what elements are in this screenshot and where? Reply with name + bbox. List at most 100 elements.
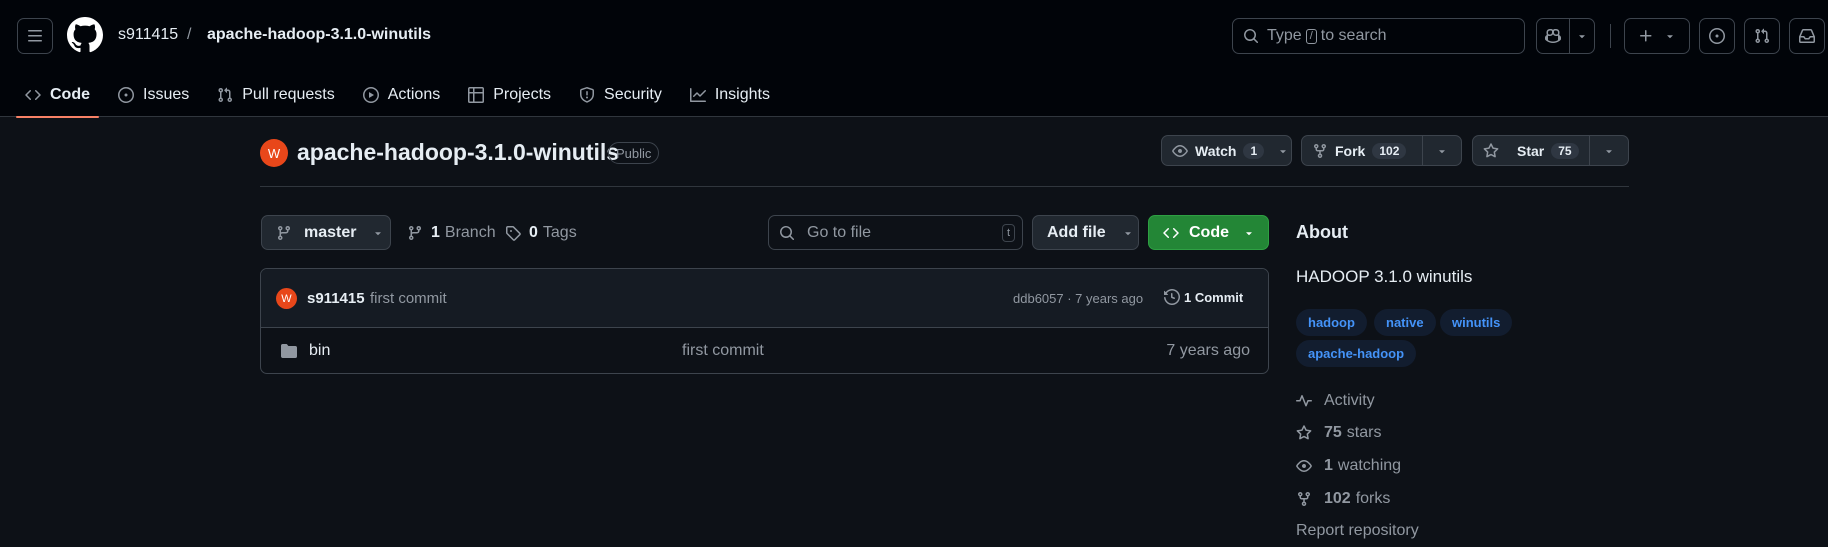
report-repository-link[interactable]: Report repository (1296, 522, 1419, 540)
file-name[interactable]: bin (309, 342, 330, 360)
file-age: 7 years ago (1166, 342, 1250, 359)
branches-label: Branch (444, 224, 496, 241)
code-icon (1163, 227, 1179, 238)
global-header: s911415 / apache-hadoop-3.1.0-winutils T… (0, 0, 1828, 118)
report-label: Report repository (1296, 522, 1419, 539)
watching-label: watching (1337, 457, 1402, 474)
copilot-button[interactable] (1536, 18, 1570, 54)
code-icon (25, 89, 41, 100)
star-label: Star (1517, 142, 1545, 159)
tab-security[interactable]: Security (570, 72, 671, 117)
breadcrumb-owner[interactable]: s911415 (118, 26, 178, 44)
branch-select-button[interactable]: master (261, 215, 391, 250)
commit-hash-age[interactable]: ddb6057 · 7 years ago (1013, 291, 1143, 306)
stars-label: stars (1346, 424, 1382, 441)
triangle-down-icon (1667, 35, 1673, 39)
git-branch-icon (277, 225, 290, 240)
issues-shortcut-button[interactable] (1699, 18, 1735, 54)
hamburger-icon (28, 30, 42, 42)
star-dropdown-button[interactable] (1588, 136, 1628, 165)
file-commit-message[interactable]: first commit (682, 342, 764, 360)
activity-label: Activity (1324, 392, 1375, 409)
topic-tag[interactable]: apache-hadoop (1296, 340, 1417, 367)
git-pull-request-icon (218, 87, 233, 102)
watchers-link[interactable]: 1 watching (1296, 457, 1401, 475)
tab-issues[interactable]: Issues (109, 72, 198, 117)
branch-name: master (304, 223, 357, 241)
commit-author-avatar[interactable]: W (276, 288, 297, 309)
activity-link[interactable]: Activity (1296, 392, 1375, 410)
stars-link[interactable]: 75 stars (1296, 424, 1381, 442)
fork-count: 102 (1372, 142, 1407, 159)
pulse-icon (1296, 395, 1312, 407)
tab-insights[interactable]: Insights (681, 72, 779, 117)
topic-tag[interactable]: hadoop (1296, 309, 1367, 336)
search-shortcut-key: / (1305, 28, 1317, 44)
plus-icon (1640, 30, 1652, 42)
forks-label: forks (1355, 490, 1391, 507)
search-prefix: Type (1267, 27, 1302, 44)
tab-security-label: Security (604, 85, 662, 103)
branches-link[interactable]: 1 Branch (407, 224, 496, 242)
pull-requests-shortcut-button[interactable] (1744, 18, 1780, 54)
breadcrumb-separator: / (187, 26, 192, 43)
repo-title[interactable]: apache-hadoop-3.1.0-winutils (297, 139, 619, 166)
file-listing: W s911415 first commit ddb6057 · 7 years… (260, 268, 1269, 374)
star-button[interactable]: Star 75 (1473, 136, 1589, 165)
triangle-down-icon (1606, 149, 1612, 153)
visibility-badge: Public (608, 142, 660, 164)
github-logo-icon[interactable] (67, 17, 103, 53)
go-to-file-placeholder: Go to file (807, 223, 872, 241)
triangle-down-icon (375, 231, 382, 235)
add-file-button[interactable]: Add file (1032, 215, 1139, 250)
issue-opened-icon (118, 86, 134, 103)
tab-projects[interactable]: Projects (459, 72, 560, 117)
watch-count: 1 (1243, 142, 1265, 159)
toolbar-divider (1610, 24, 1611, 48)
watch-button[interactable]: Watch 1 (1162, 136, 1274, 165)
tags-link[interactable]: 0 Tags (505, 224, 577, 242)
breadcrumb-repo[interactable]: apache-hadoop-3.1.0-winutils (207, 26, 431, 44)
repo-forked-icon (1314, 143, 1326, 158)
tag-icon (506, 226, 521, 241)
commit-history-link[interactable]: 1 Commit (1164, 289, 1243, 305)
latest-commit-row: W s911415 first commit ddb6057 · 7 years… (261, 269, 1268, 328)
go-to-file-input[interactable]: Go to file t (768, 215, 1023, 250)
commit-message[interactable]: first commit (370, 290, 447, 307)
fork-button-group: Fork 102 (1301, 135, 1462, 166)
forks-count: 102 (1324, 490, 1351, 507)
tags-label: Tags (542, 224, 577, 241)
eye-icon (1172, 144, 1188, 157)
tab-actions[interactable]: Actions (354, 72, 449, 117)
watch-label: Watch (1195, 142, 1237, 159)
menu-button[interactable] (17, 18, 53, 54)
copilot-dropdown-button[interactable] (1569, 18, 1595, 54)
copilot-icon (1545, 28, 1561, 44)
triangle-down-icon (1124, 231, 1131, 235)
fork-button[interactable]: Fork 102 (1302, 136, 1422, 165)
forks-link[interactable]: 102 forks (1296, 490, 1390, 508)
topic-tag[interactable]: native (1374, 309, 1436, 336)
branches-count: 1 (431, 224, 440, 241)
global-search-input[interactable]: Type / to search (1232, 18, 1525, 54)
code-button[interactable]: Code (1148, 215, 1269, 250)
about-description: HADOOP 3.1.0 winutils (1296, 267, 1473, 286)
repo-forked-icon (1298, 492, 1310, 507)
create-new-button[interactable] (1624, 18, 1690, 54)
fork-dropdown-button[interactable] (1421, 136, 1461, 165)
commit-author[interactable]: s911415 (307, 290, 365, 307)
star-icon (1296, 425, 1312, 440)
inbox-icon (1799, 29, 1815, 43)
tab-pull-requests[interactable]: Pull requests (208, 72, 344, 117)
code-button-label: Code (1189, 223, 1229, 241)
commits-count-label: 1 Commit (1184, 289, 1244, 305)
tab-code[interactable]: Code (16, 72, 99, 118)
watch-button-group: Watch 1 (1161, 135, 1292, 166)
repo-owner-avatar[interactable]: W (260, 139, 288, 167)
watch-dropdown-button[interactable] (1274, 136, 1291, 165)
fork-label: Fork (1335, 142, 1366, 159)
inbox-button[interactable] (1789, 18, 1825, 54)
topic-tag[interactable]: winutils (1440, 309, 1513, 336)
watching-count: 1 (1324, 457, 1333, 474)
top-bar: s911415 / apache-hadoop-3.1.0-winutils T… (0, 0, 1828, 72)
